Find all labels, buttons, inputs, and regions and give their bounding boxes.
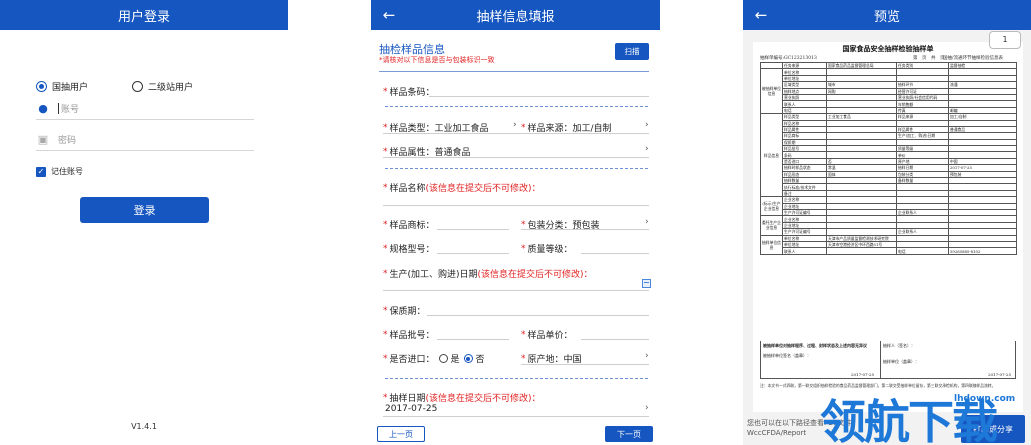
page-number-badge: 1	[989, 31, 1021, 49]
text-caret	[58, 103, 59, 114]
radio-checked-icon	[36, 81, 47, 92]
form-header: ← 抽样信息填报	[371, 0, 660, 30]
version-label: V1.4.1	[131, 422, 157, 431]
sampling-document: 国家食品安全抽样检验抽样单 抽样单编号:GC123213013 第 页 共 页 …	[753, 42, 1023, 412]
row-underline	[383, 133, 649, 134]
batch-input[interactable]	[437, 339, 509, 340]
next-page-button[interactable]: 下一页	[605, 426, 653, 442]
dashed-separator	[385, 106, 648, 107]
document-group-label: 样品信息	[760, 113, 783, 198]
prev-page-button[interactable]: 上一页	[377, 426, 425, 442]
document-cell: 59265885-8102	[948, 247, 1017, 255]
login-title: 用户登录	[117, 9, 170, 25]
signature-left: 被抽样单位对抽样程序、过程、封样状态及上述内容无异议 被抽样单位签名（盖章）： …	[761, 341, 881, 379]
section-divider	[379, 71, 649, 72]
calendar-icon[interactable]	[642, 279, 651, 288]
batch-row: * 样品批号：	[383, 329, 435, 342]
document-cell: 天津市产品质量监督检测技术研究院	[826, 234, 897, 242]
shelf-life-input[interactable]	[427, 315, 649, 316]
grade-row: * 质量等级：	[521, 243, 573, 256]
production-date-row: * 生产(加工、购进)日期 (该信息在提交后不可修改)：	[383, 268, 593, 281]
scan-button[interactable]: 扫描	[615, 43, 649, 60]
brand-input[interactable]	[437, 229, 509, 230]
spec-row: * 规格型号：	[383, 243, 435, 256]
spec-input[interactable]	[437, 253, 509, 254]
password-field[interactable]: ▣ 密码	[36, 129, 254, 151]
dashed-separator	[385, 378, 648, 379]
document-cell: 电话	[896, 247, 949, 255]
radio-import-yes[interactable]	[438, 354, 448, 363]
radio-import-no[interactable]	[463, 354, 473, 363]
brand-row: * 样品商标：	[383, 219, 435, 232]
sample-date-row: * 抽样日期 (该信息在提交后不可修改)：	[383, 392, 541, 405]
document-title: 国家食品安全抽样检验抽样单	[842, 44, 934, 53]
dashed-separator	[385, 168, 648, 169]
document-page-info: 第 页 共 页	[913, 56, 945, 61]
document-cell	[826, 247, 897, 255]
price-row: * 样品单价：	[521, 329, 573, 342]
chevron-right-icon: ›	[645, 351, 649, 361]
form-title: 抽样信息填报	[476, 9, 555, 25]
sample-name-row: * 样品名称 (该信息在提交后不可修改)：	[383, 182, 541, 195]
chevron-right-icon: ›	[645, 144, 649, 154]
document-group-label: 委托生产企业信息	[760, 215, 783, 236]
document-group-label: 抽样单位信息	[760, 234, 783, 255]
barcode-input[interactable]	[429, 96, 649, 97]
checkbox-checked-icon: ✓	[36, 166, 46, 177]
grade-input[interactable]	[581, 253, 649, 254]
production-date-input[interactable]	[383, 290, 649, 291]
user-icon: ●	[38, 102, 48, 115]
radio-unchecked-icon	[132, 81, 144, 92]
document-group-label: 被抽样单位信息	[760, 68, 783, 115]
remember-account-checkbox[interactable]: ✓ 记住账号	[36, 166, 83, 177]
row-underline	[383, 416, 649, 417]
section-note: *请核对以下信息是否与包装标识一致	[379, 56, 495, 64]
shelf-life-row: * 保质期：	[383, 305, 426, 318]
watermark-logo: 领航下载 lhdown.com	[820, 394, 1016, 445]
document-number: 抽样单编号:GC123213013	[760, 56, 817, 61]
radio-national-user[interactable]: 国抽用户	[36, 80, 88, 93]
login-screen: 用户登录 国抽用户 二级站用户 ● 账号 ▣ 密码 ✓ 记住账号 登录 V1.4…	[0, 0, 288, 445]
sample-form-screen: ← 抽样信息填报 抽检样品信息 *请核对以下信息是否与包装标识一致 扫描 * 样品…	[371, 0, 660, 445]
chevron-right-icon: ›	[513, 120, 517, 130]
barcode-row: * 样品条码：	[383, 86, 435, 99]
row-underline	[383, 157, 649, 158]
chevron-right-icon: ›	[645, 217, 649, 227]
login-header: 用户登录	[0, 0, 288, 30]
signature-right: 抽样人（签名）： 抽样单位（盖章）： 2017-07-25	[883, 343, 1011, 377]
lock-icon: ▣	[37, 133, 49, 146]
preview-header: ← 预览	[743, 0, 1031, 30]
chevron-right-icon: ›	[645, 403, 649, 413]
account-placeholder: 账号	[61, 105, 80, 115]
document-cell: 联系人	[782, 247, 827, 255]
login-button[interactable]: 登录	[80, 197, 209, 223]
account-field[interactable]: ● 账号	[36, 98, 254, 120]
back-arrow-icon[interactable]: ←	[751, 5, 771, 25]
signature-area: 被抽样单位对抽样程序、过程、封样状态及上述内容无异议 被抽样单位签名（盖章）： …	[760, 341, 1016, 379]
document-group-label: (标示)生产企业信息	[760, 196, 783, 217]
document-org: 国抽/流通环节抽样检验信息表	[943, 56, 1004, 61]
preview-screen: ← 预览 国家食品安全抽样检验抽样单 抽样单编号:GC123213013 第 页…	[743, 0, 1031, 445]
sample-name-input[interactable]	[383, 205, 649, 206]
chevron-right-icon: ›	[645, 120, 649, 130]
radio-secondary-user[interactable]: 二级站用户	[132, 80, 193, 93]
back-arrow-icon[interactable]: ←	[379, 5, 399, 25]
row-underline	[521, 229, 649, 230]
preview-title: 预览	[873, 9, 900, 25]
document-row: 联系人 电话 59265885-8102	[761, 247, 1017, 255]
import-row: * 是否进口： 是 否	[383, 353, 485, 366]
row-underline	[521, 364, 649, 365]
app-showcase: 用户登录 国抽用户 二级站用户 ● 账号 ▣ 密码 ✓ 记住账号 登录 V1.4…	[0, 0, 1031, 445]
price-input[interactable]	[581, 339, 649, 340]
user-type-group: 国抽用户 二级站用户	[36, 80, 256, 93]
document-table: 任务来源 国家食品药品监督管理总局 任务类别 监督抽检 被抽样单位信息 单位名称 单位地址区…	[760, 61, 1017, 255]
sample-date-value[interactable]: 2017-07-25	[385, 404, 437, 414]
password-placeholder: 密码	[58, 136, 77, 146]
